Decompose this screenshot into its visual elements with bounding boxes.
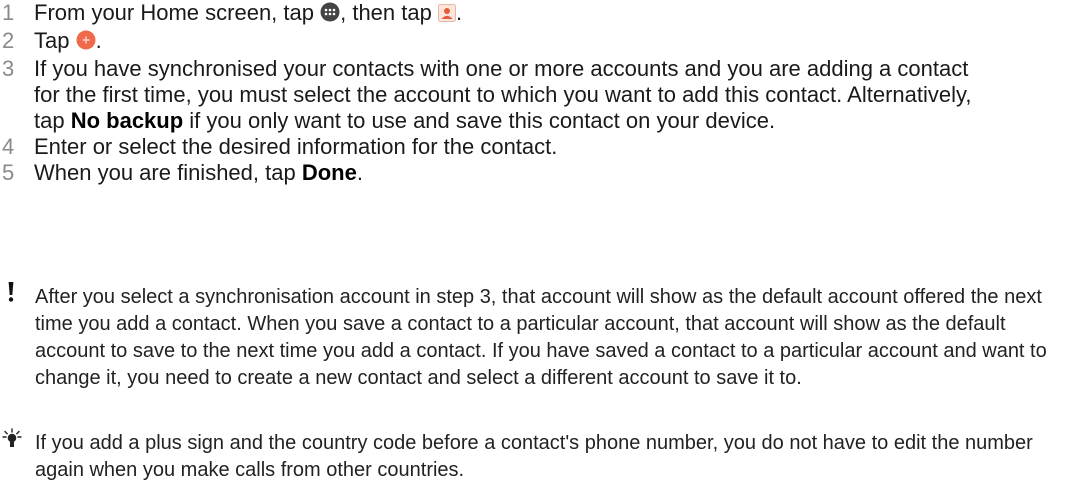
step-text: Tap . <box>34 28 102 53</box>
step-number: 4 <box>2 134 15 159</box>
add-contact-icon <box>76 30 96 56</box>
warning-note: After you select a synchronisation accou… <box>0 281 1060 392</box>
tip-note: If you add a plus sign and the country c… <box>0 428 1060 484</box>
step-text: From your Home screen, tap , then tap . <box>34 0 462 25</box>
contacts-app-icon <box>437 2 456 28</box>
step-3: 3 If you have synchronised your contacts… <box>0 56 974 134</box>
apps-icon <box>320 2 340 28</box>
step-number: 3 <box>2 56 15 81</box>
warning-icon <box>6 281 16 311</box>
step-number: 5 <box>2 160 15 185</box>
warning-text: After you select a synchronisation accou… <box>35 286 1047 389</box>
tip-text: If you add a plus sign and the country c… <box>35 432 1033 481</box>
step-4: 4 Enter or select the desired informatio… <box>0 134 1060 160</box>
step-5: 5 When you are finished, tap Done. <box>0 160 1060 186</box>
done-label: Done <box>301 160 357 185</box>
step-number: 1 <box>2 0 15 25</box>
step-text: If you have synchronised your contacts w… <box>34 56 972 133</box>
step-number: 2 <box>2 28 15 53</box>
tip-icon <box>0 428 24 460</box>
no-backup-label: No backup <box>70 108 184 133</box>
step-text: Enter or select the desired information … <box>34 134 558 159</box>
step-text: When you are finished, tap Done. <box>34 160 363 185</box>
step-1: 1 From your Home screen, tap , then tap … <box>0 0 1060 28</box>
steps-list: 1 From your Home screen, tap , then tap … <box>0 0 1060 186</box>
step-2: 2 Tap . <box>0 28 1060 56</box>
